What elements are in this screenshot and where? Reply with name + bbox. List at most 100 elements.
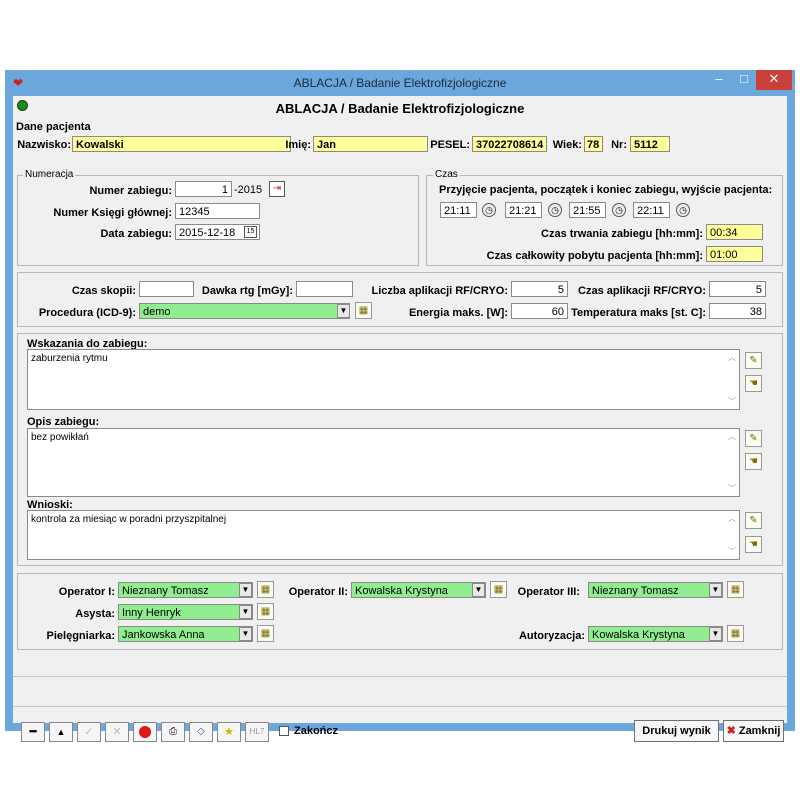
clock-icon[interactable]: ◷ — [482, 203, 496, 217]
scrollbar[interactable]: ︿ ﹀ — [725, 429, 739, 496]
opis-textarea[interactable]: bez powikłań ︿ ﹀ — [27, 428, 740, 497]
print-result-button[interactable]: Drukuj wynik — [634, 720, 719, 742]
name-field[interactable]: Jan — [313, 136, 428, 152]
operator3-select[interactable]: Nieznany Tomasz — [588, 582, 723, 598]
czas-group-label: Czas — [433, 169, 460, 180]
clock-icon[interactable]: ◷ — [612, 203, 626, 217]
operator1-select[interactable]: Nieznany Tomasz — [118, 582, 253, 598]
star-icon[interactable]: ★ — [217, 722, 241, 742]
form-title: ABLACJA / Badanie Elektrofizjologiczne — [275, 101, 525, 116]
pielegniarka-select[interactable]: Jankowska Anna — [118, 626, 253, 642]
edit-pencil-icon[interactable]: ✎ — [745, 352, 762, 369]
maximize-button[interactable]: □ — [732, 70, 756, 90]
chevron-down-icon[interactable]: ▼ — [337, 304, 350, 318]
hl7-button[interactable]: HL7 — [245, 722, 269, 742]
check-button[interactable]: ✓ — [77, 722, 101, 742]
pielegniarka-label: Pielęgniarka: — [46, 630, 115, 642]
zakoncz-label: Zakończ — [294, 725, 339, 737]
chevron-down-icon[interactable]: ▼ — [239, 605, 252, 619]
cancel-edit-button[interactable]: ✕ — [105, 722, 129, 742]
clock-icon[interactable]: ◷ — [676, 203, 690, 217]
edit-pencil-icon[interactable]: ✎ — [745, 512, 762, 529]
total-label: Czas całkowity pobytu pacjenta [hh:mm]: — [486, 250, 703, 262]
numeracja-group-label: Numeracja — [23, 169, 76, 180]
calendar-icon[interactable]: 15 — [244, 226, 257, 238]
exit-door-icon[interactable]: ⇥ — [269, 181, 285, 197]
list-picker-icon[interactable]: ▦ — [257, 603, 274, 620]
chevron-down-icon[interactable]: ▼ — [709, 583, 722, 597]
nr-field[interactable]: 5112 — [630, 136, 670, 152]
chevron-down-icon[interactable]: ▼ — [709, 627, 722, 641]
operator2-select[interactable]: Kowalska Krystyna — [351, 582, 486, 598]
asysta-label: Asysta: — [75, 608, 115, 620]
list-picker-icon[interactable]: ▦ — [257, 625, 274, 642]
hand-pick-icon[interactable]: ☚ — [745, 453, 762, 470]
skopia-field[interactable] — [139, 281, 194, 297]
main-window: ❤ ABLACJA / Badanie Elektrofizjologiczne… — [5, 70, 795, 742]
eraser-icon[interactable]: ◇ — [189, 722, 213, 742]
temperatura-field[interactable]: 38 — [709, 303, 766, 319]
ksiega-field[interactable]: 12345 — [175, 203, 260, 219]
time-field-2[interactable]: 21:21 — [505, 202, 542, 218]
close-icon: ✖ — [726, 725, 739, 737]
chevron-down-icon[interactable]: ▼ — [239, 627, 252, 641]
num-zabiegu-field[interactable]: 1 — [175, 181, 232, 197]
duration-field[interactable]: 00:34 — [706, 224, 763, 240]
czas-aplikacji-field[interactable]: 5 — [709, 281, 766, 297]
client-area: ABLACJA / Badanie Elektrofizjologiczne D… — [13, 96, 787, 742]
liczba-aplikacji-field[interactable]: 5 — [511, 281, 568, 297]
edit-pencil-icon[interactable]: ✎ — [745, 430, 762, 447]
wskazania-text: zaburzenia rytmu — [31, 353, 108, 364]
dawka-field[interactable] — [296, 281, 353, 297]
surname-field[interactable]: Kowalski — [72, 136, 291, 152]
list-picker-icon[interactable]: ▦ — [727, 625, 744, 642]
list-picker-icon[interactable]: ▦ — [355, 302, 372, 319]
list-picker-icon[interactable]: ▦ — [727, 581, 744, 598]
ksiega-label: Numer Księgi głównej: — [53, 207, 172, 219]
hand-pick-icon[interactable]: ☚ — [745, 375, 762, 392]
operator1-label: Operator I: — [58, 586, 115, 598]
minimize-button[interactable]: – — [707, 70, 731, 90]
record-button[interactable] — [133, 722, 157, 742]
skopia-label: Czas skopii: — [71, 285, 136, 297]
list-picker-icon[interactable]: ▦ — [257, 581, 274, 598]
window-title: ABLACJA / Badanie Elektrofizjologiczne — [293, 76, 507, 90]
scrollbar[interactable]: ︿ ﹀ — [725, 350, 739, 409]
red-circle-icon — [139, 726, 151, 739]
remove-button[interactable]: ━ — [21, 722, 45, 742]
asysta-select[interactable]: Inny Henryk — [118, 604, 253, 620]
wnioski-textarea[interactable]: kontrola za miesiąc w poradni przyszpita… — [27, 510, 740, 560]
wnioski-text: kontrola za miesiąc w poradni przyszpita… — [31, 514, 227, 525]
time-field-3[interactable]: 21:55 — [569, 202, 606, 218]
energia-field[interactable]: 60 — [511, 303, 568, 319]
scrollbar[interactable]: ︿ ﹀ — [725, 511, 739, 559]
pesel-field[interactable]: 37022708614 — [472, 136, 547, 152]
duration-label: Czas trwania zabiegu [hh:mm]: — [541, 228, 703, 240]
age-field[interactable]: 78 — [584, 136, 603, 152]
close-form-button[interactable]: ✖ Zamknij — [723, 720, 784, 742]
title-bar: ❤ ABLACJA / Badanie Elektrofizjologiczne… — [5, 70, 795, 96]
wskazania-textarea[interactable]: zaburzenia rytmu ︿ ﹀ — [27, 349, 740, 410]
total-field[interactable]: 01:00 — [706, 246, 763, 262]
list-picker-icon[interactable]: ▦ — [490, 581, 507, 598]
clock-icon[interactable]: ◷ — [548, 203, 562, 217]
print-icon[interactable]: ⎙ — [161, 722, 185, 742]
autoryzacja-select[interactable]: Kowalska Krystyna — [588, 626, 723, 642]
zakoncz-checkbox[interactable] — [279, 726, 289, 736]
time-field-1[interactable]: 21:11 — [440, 202, 477, 218]
energia-label: Energia maks. [W]: — [408, 307, 508, 319]
chevron-down-icon[interactable]: ▼ — [472, 583, 485, 597]
liczba-aplikacji-label: Liczba aplikacji RF/CRYO: — [371, 285, 508, 297]
divider — [13, 676, 787, 677]
time-field-4[interactable]: 22:11 — [633, 202, 670, 218]
czas-aplikacji-label: Czas aplikacji RF/CRYO: — [578, 285, 706, 297]
close-window-button[interactable]: ✕ — [756, 70, 792, 90]
czas-header: Przyjęcie pacjenta, początek i koniec za… — [439, 184, 773, 196]
move-up-button[interactable]: ▲ — [49, 722, 73, 742]
chevron-down-icon[interactable]: ▼ — [239, 583, 252, 597]
age-label: Wiek: — [552, 139, 582, 151]
autoryzacja-label: Autoryzacja: — [518, 630, 585, 642]
procedura-select[interactable]: demo — [139, 303, 350, 319]
hand-pick-icon[interactable]: ☚ — [745, 536, 762, 553]
name-label: Imię: — [285, 139, 311, 151]
